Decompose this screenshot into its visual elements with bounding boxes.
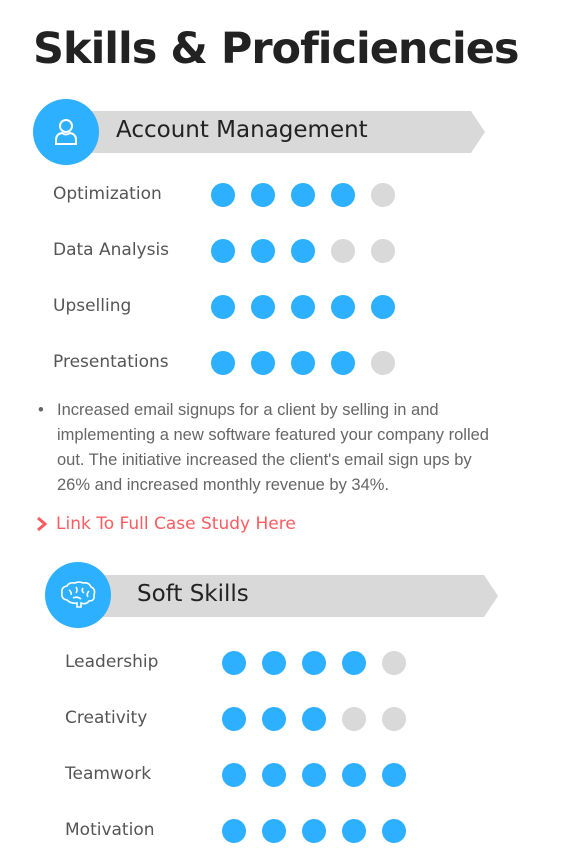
rating-dot-filled (342, 651, 366, 675)
skill-row: Teamwork (65, 762, 465, 790)
rating-dot-filled (222, 819, 246, 843)
case-study-link-text[interactable]: Link To Full Case Study Here (56, 514, 296, 534)
rating-dot-filled (382, 763, 406, 787)
rating-dot-filled (211, 183, 235, 207)
rating-dot-empty (371, 183, 395, 207)
rating-dot-filled (302, 763, 326, 787)
section-heading: Account Management (116, 117, 368, 143)
user-icon (55, 119, 77, 145)
case-study-link[interactable]: Link To Full Case Study Here (36, 514, 296, 534)
page-title: Skills & Proficiencies (33, 24, 520, 74)
rating-dot-filled (302, 651, 326, 675)
rating-dot-empty (382, 707, 406, 731)
skill-row: Data Analysis (53, 238, 453, 266)
rating-dot-empty (371, 239, 395, 263)
chevron-right-icon (37, 516, 48, 532)
skill-row: Presentations (53, 350, 453, 378)
rating-dot-filled (222, 707, 246, 731)
rating-dot-filled (342, 763, 366, 787)
rating-dot-filled (262, 651, 286, 675)
rating-dot-filled (251, 295, 275, 319)
skill-label: Creativity (65, 708, 148, 728)
rating-dot-filled (211, 295, 235, 319)
rating-dot-filled (291, 295, 315, 319)
rating-dot-filled (262, 819, 286, 843)
rating-dot-filled (262, 707, 286, 731)
rating-dot-filled (331, 183, 355, 207)
rating-dot-filled (211, 239, 235, 263)
rating-dot-empty (382, 651, 406, 675)
rating-dot-filled (342, 819, 366, 843)
skill-label: Teamwork (65, 764, 152, 784)
bullet-text: Increased email signups for a client by … (57, 401, 489, 494)
rating-dot-filled (291, 239, 315, 263)
rating-dot-filled (222, 763, 246, 787)
skill-label: Leadership (65, 652, 159, 672)
rating-dot-filled (262, 763, 286, 787)
banner-arrow (484, 575, 498, 617)
rating-dot-empty (371, 351, 395, 375)
rating-dot-filled (211, 351, 235, 375)
rating-dot-filled (251, 239, 275, 263)
rating-dot-filled (251, 351, 275, 375)
skill-row: Leadership (65, 650, 465, 678)
rating-dot-filled (291, 183, 315, 207)
rating-dot-filled (371, 295, 395, 319)
rating-dot-empty (331, 239, 355, 263)
skill-row: Creativity (65, 706, 465, 734)
skill-label: Presentations (53, 352, 169, 372)
rating-dot-filled (291, 351, 315, 375)
rating-dot-filled (331, 295, 355, 319)
section-heading: Soft Skills (137, 581, 249, 607)
rating-dot-filled (382, 819, 406, 843)
skill-label: Upselling (53, 296, 132, 316)
banner-arrow (471, 111, 485, 153)
rating-dot-filled (251, 183, 275, 207)
bullet-marker: • (38, 401, 44, 419)
skill-row: Upselling (53, 294, 453, 322)
section-banner: Soft Skills (78, 575, 498, 617)
rating-dot-empty (342, 707, 366, 731)
skill-row: Motivation (65, 818, 465, 846)
section-banner: Account Management (66, 111, 485, 153)
brain-icon (61, 581, 96, 608)
rating-dot-filled (302, 707, 326, 731)
rating-dot-filled (222, 651, 246, 675)
skill-label: Motivation (65, 820, 155, 840)
skill-label: Data Analysis (53, 240, 170, 260)
rating-dot-filled (302, 819, 326, 843)
section-icon-circle (45, 562, 111, 628)
skill-label: Optimization (53, 184, 162, 204)
section-icon-circle (33, 99, 99, 165)
rating-dot-filled (331, 351, 355, 375)
skill-row: Optimization (53, 182, 453, 210)
